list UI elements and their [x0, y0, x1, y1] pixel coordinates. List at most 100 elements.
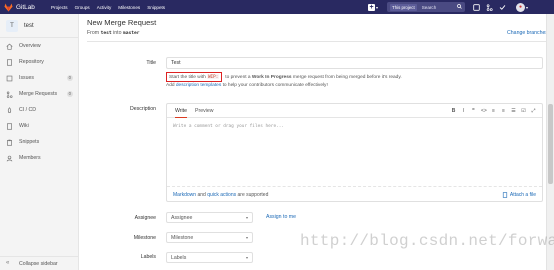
- tab-preview[interactable]: Preview: [195, 104, 213, 118]
- nav-projects[interactable]: Projects: [51, 5, 68, 10]
- gitlab-logo[interactable]: GitLab: [4, 2, 44, 12]
- code-icon[interactable]: <>: [481, 108, 487, 114]
- assignee-value: Assignee: [171, 214, 193, 221]
- chevron-down-icon: ▾: [245, 215, 248, 220]
- collapse-sidebar-button[interactable]: « Collapse sidebar: [0, 256, 79, 270]
- milestone-value: Milestone: [171, 234, 194, 241]
- description-templates-link[interactable]: description templates: [176, 83, 221, 88]
- quick-actions-link[interactable]: quick actions: [207, 192, 236, 198]
- templates-hint-prefix: Add: [166, 83, 175, 88]
- user-avatar[interactable]: ●: [516, 2, 526, 12]
- sidebar-item-overview[interactable]: Overview: [0, 39, 79, 53]
- plus-icon: +: [368, 3, 375, 11]
- nav-activity[interactable]: Activity: [97, 5, 112, 10]
- gitlab-fox-icon: [4, 2, 13, 12]
- wip-hint-mid: to prevent a: [225, 74, 251, 80]
- search-scope-badge[interactable]: This project: [390, 3, 417, 11]
- labels-dropdown[interactable]: Labels ▾: [166, 252, 253, 263]
- merge-request-icon[interactable]: [486, 3, 493, 11]
- wip-highlight-box: Start the title with WIP:: [166, 72, 223, 82]
- brand-name: GitLab: [16, 3, 35, 11]
- nav-right: + ▾ This project Search ● ▾: [368, 0, 528, 14]
- sidebar-item-merge-requests[interactable]: Merge Requests 0: [0, 87, 79, 101]
- scrollbar-thumb[interactable]: [548, 104, 553, 184]
- project-sidebar: T test Overview Repository Issues 0 Merg…: [0, 14, 79, 270]
- markdown-toolbar: B I ❞ <> ≡ ≡ ☰ ☑ ⤢: [446, 104, 536, 118]
- watermark: http://blog.csdn.net/forwardlee: [300, 232, 554, 250]
- nav-groups[interactable]: Groups: [75, 5, 90, 10]
- wip-hint-prefix: Start the title with: [169, 75, 206, 80]
- bullet-list-icon[interactable]: ≡: [491, 108, 496, 114]
- italic-icon[interactable]: I: [461, 108, 466, 114]
- target-branch: master: [122, 31, 140, 36]
- task-list-icon[interactable]: ☰: [511, 108, 516, 114]
- supported-text: are supported: [237, 191, 269, 198]
- nav-icons: ● ▾: [473, 2, 528, 12]
- sidebar-item-snippets[interactable]: Snippets: [0, 135, 79, 149]
- sidebar-item-label: Overview: [19, 43, 41, 49]
- source-branch: test: [100, 31, 112, 36]
- search-icon: [457, 3, 462, 11]
- wip-hint: Start the title with WIP: to prevent a W…: [166, 72, 402, 82]
- milestone-dropdown[interactable]: Milestone ▾: [166, 232, 253, 243]
- sidebar-item-wiki[interactable]: Wiki: [0, 119, 79, 133]
- attach-file-button[interactable]: Attach a file: [502, 192, 536, 198]
- top-navbar: GitLab Projects Groups Activity Mileston…: [0, 0, 554, 14]
- numbered-list-icon[interactable]: ≡: [501, 108, 506, 114]
- issues-count-badge: 0: [66, 75, 73, 81]
- home-icon: [6, 43, 13, 50]
- nav-milestones[interactable]: Milestones: [118, 5, 140, 10]
- title-input[interactable]: Test: [166, 57, 543, 69]
- collapse-sidebar-label: Collapse sidebar: [19, 260, 58, 267]
- project-header[interactable]: T test: [0, 14, 78, 38]
- issues-icon: [6, 75, 13, 81]
- sidebar-item-label: Merge Requests: [19, 91, 58, 97]
- fullscreen-icon[interactable]: ⤢: [531, 108, 536, 114]
- todo-icon[interactable]: [499, 4, 506, 11]
- assign-to-me-link[interactable]: Assign to me: [266, 214, 296, 220]
- project-avatar: T: [6, 19, 18, 32]
- sidebar-item-repository[interactable]: Repository: [0, 55, 79, 69]
- tab-write[interactable]: Write: [175, 104, 188, 118]
- bold-icon[interactable]: B: [451, 108, 456, 114]
- sidebar-item-issues[interactable]: Issues 0: [0, 71, 79, 85]
- editor-tabs: Write Preview B I ❞ <> ≡ ≡ ☰ ☑ ⤢: [167, 104, 542, 118]
- assignee-dropdown[interactable]: Assignee ▾: [166, 212, 253, 223]
- description-editor: Write Preview B I ❞ <> ≡ ≡ ☰ ☑ ⤢ Write a…: [166, 103, 543, 202]
- merge-request-icon: [6, 90, 13, 98]
- attach-file-label: Attach a file: [509, 191, 536, 198]
- sidebar-item-label: Wiki: [19, 123, 29, 129]
- description-textarea[interactable]: Write a comment or drag your files here.…: [167, 118, 542, 186]
- milestone-label: Milestone: [133, 235, 156, 241]
- sidebar-item-ci-cd[interactable]: CI / CD: [0, 103, 79, 117]
- new-dropdown-button[interactable]: + ▾: [368, 3, 378, 11]
- labels-value: Labels: [171, 254, 187, 261]
- sidebar-item-label: CI / CD: [19, 107, 37, 113]
- merge-requests-count-badge: 0: [66, 91, 73, 97]
- change-branches-link[interactable]: Change branches: [507, 30, 548, 36]
- templates-hint: Add description templates to help your c…: [166, 83, 328, 88]
- file-icon: [502, 191, 507, 198]
- double-chevron-left-icon: «: [6, 260, 10, 266]
- markdown-link[interactable]: Markdown: [173, 192, 196, 198]
- search-input[interactable]: Search: [422, 5, 457, 10]
- checkbox-icon[interactable]: ☑: [521, 108, 526, 114]
- description-placeholder: Write a comment or drag your files here.…: [173, 124, 285, 129]
- nav-snippets[interactable]: Snippets: [147, 5, 165, 10]
- clipboard-icon: [7, 139, 12, 146]
- book-icon: [7, 58, 12, 66]
- project-name: test: [24, 22, 34, 29]
- assignee-label: Assignee: [134, 215, 156, 221]
- issues-icon[interactable]: [473, 3, 480, 11]
- wip-hint-post: merge request from being merged before i…: [292, 74, 402, 80]
- editor-footer: Markdown and quick actions are supported…: [167, 186, 542, 202]
- wip-hint-strong: Work In Progress: [251, 74, 292, 80]
- sidebar-item-members[interactable]: Members: [0, 151, 79, 165]
- rocket-icon: [7, 106, 12, 113]
- search-field[interactable]: This project Search: [387, 2, 466, 12]
- chevron-down-icon: ▾: [245, 235, 248, 240]
- quote-icon[interactable]: ❞: [471, 108, 476, 114]
- sidebar-item-label: Snippets: [19, 139, 40, 145]
- labels-label: Labels: [140, 254, 156, 260]
- into-label: into: [113, 30, 122, 36]
